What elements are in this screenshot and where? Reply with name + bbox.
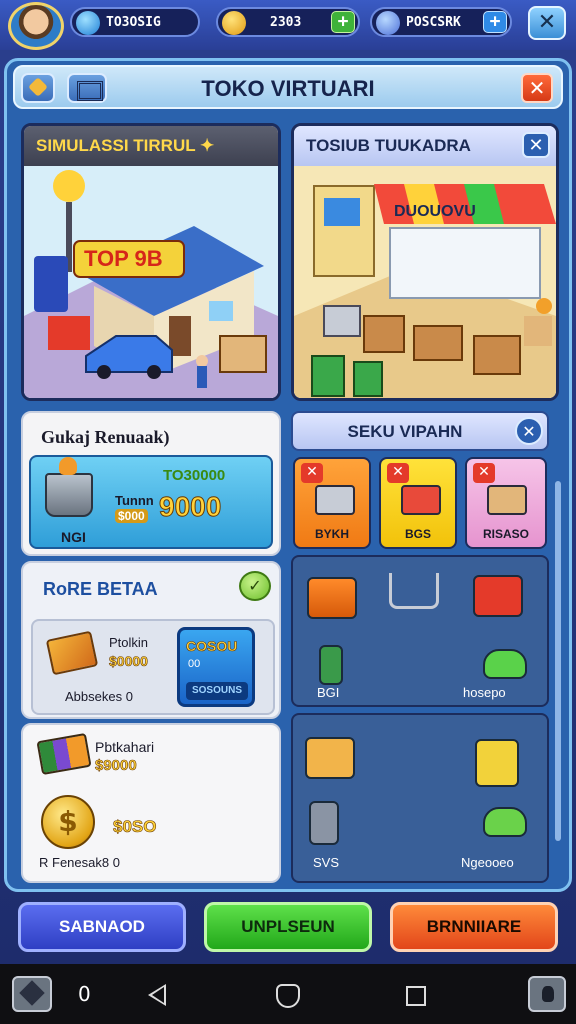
- back-icon[interactable]: [148, 984, 166, 1006]
- cart-icon: [315, 485, 355, 515]
- player-avatar[interactable]: [8, 2, 64, 50]
- store-interior-title: TOSIUB TUUKADRA: [294, 126, 556, 166]
- panel-titlebar: TOKO VIRTUARI ✕: [13, 65, 563, 109]
- shop-panel: TOKO VIRTUARI ✕ SIMULASSI TIRRUL ✦ TOP 9…: [4, 58, 572, 892]
- panel-close-button[interactable]: ✕: [521, 73, 553, 103]
- warehouse-card[interactable]: Gukaj Renuaak) TO30000 Tunnn $000 9000 N…: [21, 411, 281, 556]
- money-item-name: Pbtkahari: [95, 739, 155, 755]
- green-mouse-icon[interactable]: [483, 649, 527, 679]
- shelf1-left-label: BGI: [317, 685, 340, 700]
- category-remove-icon[interactable]: ✕: [473, 463, 495, 483]
- rare-item-name: Ptolkin: [109, 635, 149, 650]
- warehouse-foot-label: NGI: [61, 529, 86, 545]
- token-icon: [376, 11, 400, 35]
- currency-tokens-pill: POSCSRK +: [370, 7, 512, 37]
- rare-buy-button-mid: 00: [188, 658, 201, 670]
- category-label: BYKH: [314, 527, 349, 541]
- rare-item-stock: Abbsekes 0: [65, 689, 133, 704]
- tablet-icon: [45, 630, 99, 676]
- rare-buy-button-foot: SOSOUNS: [186, 682, 248, 700]
- warehouse-item-price: $000: [115, 509, 148, 523]
- produce-crate-icon[interactable]: [305, 737, 355, 779]
- bucket-icon: [45, 457, 93, 517]
- equipment-close-button[interactable]: ✕: [515, 417, 543, 445]
- dollar-coin-icon: $: [41, 795, 95, 849]
- tablet-device-icon[interactable]: [309, 801, 339, 845]
- equipment-title: SEKU VIPAHN: [347, 422, 463, 441]
- shopping-cart-icon[interactable]: [389, 573, 439, 609]
- category-remove-icon[interactable]: ✕: [301, 463, 323, 483]
- warehouse-item-panel[interactable]: TO30000 Tunnn $000 9000 NGI: [29, 455, 273, 549]
- rare-items-title: RoRE BETAA: [43, 579, 158, 599]
- hud-close-button[interactable]: ✕: [528, 6, 566, 40]
- crate-icon: [487, 485, 527, 515]
- equipment-header: SEKU VIPAHN ✕: [291, 411, 549, 451]
- home-icon[interactable]: [276, 984, 300, 1008]
- rare-item-row[interactable]: Ptolkin $0000 Abbsekes 0 COSOU 00 SOSOUN…: [31, 619, 275, 715]
- store-interior-card[interactable]: TOSIUB TUUKADRA ✕ DUOUOVU: [291, 123, 559, 401]
- bottom-button-orange[interactable]: BRNNIIARE: [390, 902, 558, 952]
- category-tab-cart[interactable]: ✕ BYKH: [293, 457, 371, 549]
- money-item-price: $9000: [95, 757, 137, 775]
- top-hud: TO3OSIG 2303 + POSCSRK + ✕: [0, 0, 576, 50]
- panel-title: TOKO VIRTUARI: [201, 76, 375, 101]
- nav-zero-label: 0: [78, 982, 91, 1006]
- rare-buy-button[interactable]: COSOU 00 SOSOUNS: [177, 627, 255, 707]
- currency-gems-pill: TO3OSIG: [70, 7, 200, 37]
- warehouse-big-value: 9000: [158, 491, 222, 523]
- money-card[interactable]: Pbtkahari $9000 $ $0SO R Fenesak8 0: [21, 723, 281, 883]
- currency-coins-pill: 2303 +: [216, 7, 360, 37]
- rare-items-check-button[interactable]: ✓: [239, 571, 271, 601]
- store-exterior-illustration: TOP 9B: [24, 166, 278, 398]
- store-interior-illustration: DUOUOVU: [294, 166, 556, 398]
- simulation-scene-title: SIMULASSI TIRRUL ✦: [24, 126, 278, 166]
- rare-buy-button-top: COSOU: [186, 638, 238, 655]
- store-interior-close-button[interactable]: ✕: [522, 132, 550, 158]
- cash-stack-icon: [36, 732, 92, 776]
- phone-icon[interactable]: [319, 645, 343, 685]
- shelf2-right-label: Ngeooeo: [461, 855, 514, 870]
- equipment-shelf-1: BGI hosepo: [291, 555, 549, 707]
- currency-gems-value: TO3OSIG: [106, 14, 161, 30]
- cash-register-icon[interactable]: [475, 739, 519, 787]
- add-tokens-button[interactable]: +: [483, 11, 507, 33]
- category-remove-icon[interactable]: ✕: [387, 463, 409, 483]
- money-item-stock: R Fenesak8 0: [39, 855, 120, 870]
- currency-tokens-value: POSCSRK: [406, 14, 461, 30]
- gift-box-icon[interactable]: [473, 575, 523, 617]
- simulation-scene-card[interactable]: SIMULASSI TIRRUL ✦ TOP 9B: [21, 123, 281, 401]
- system-nav-bar: 0: [0, 964, 576, 1024]
- shelf2-left-label: SVS: [313, 855, 340, 870]
- equipment-shelf-2: SVS Ngeooeo: [291, 713, 549, 883]
- bottom-button-blue[interactable]: SABNAOD: [18, 902, 186, 952]
- recent-apps-icon[interactable]: [406, 986, 426, 1006]
- green-scanner-icon[interactable]: [483, 807, 527, 837]
- game-home-icon[interactable]: [12, 976, 52, 1012]
- add-coins-button[interactable]: +: [331, 11, 355, 33]
- category-tab-crate[interactable]: ✕ RISASO: [465, 457, 547, 549]
- equipment-scrollbar[interactable]: [555, 481, 561, 841]
- rare-item-price: $0000: [109, 653, 149, 670]
- money-item-price-2: $0SO: [113, 817, 157, 837]
- bottom-button-green[interactable]: UNPLSEUN: [204, 902, 372, 952]
- category-tab-box[interactable]: ✕ BGS: [379, 457, 457, 549]
- red-box-icon: [401, 485, 441, 515]
- warehouse-top-value: TO30000: [163, 467, 226, 484]
- category-label: RISASO: [482, 527, 529, 541]
- gem-icon: [76, 11, 100, 35]
- food-truck-icon[interactable]: [307, 577, 357, 619]
- currency-coins-value: 2303: [270, 14, 302, 30]
- warehouse-item-name: Tunnn: [115, 493, 154, 508]
- store-sign-text: TOP 9B: [84, 246, 163, 271]
- gold-coin-icon: [222, 11, 246, 35]
- awning-text: DUOUOVU: [394, 203, 476, 220]
- shelf1-right-label: hosepo: [463, 685, 506, 700]
- game-assistant-icon[interactable]: [528, 976, 566, 1012]
- warehouse-title: Gukaj Renuaak): [41, 427, 170, 447]
- category-label: BGS: [404, 527, 431, 541]
- rare-items-card[interactable]: RoRE BETAA ✓ Ptolkin $0000 Abbsekes 0 CO…: [21, 561, 281, 719]
